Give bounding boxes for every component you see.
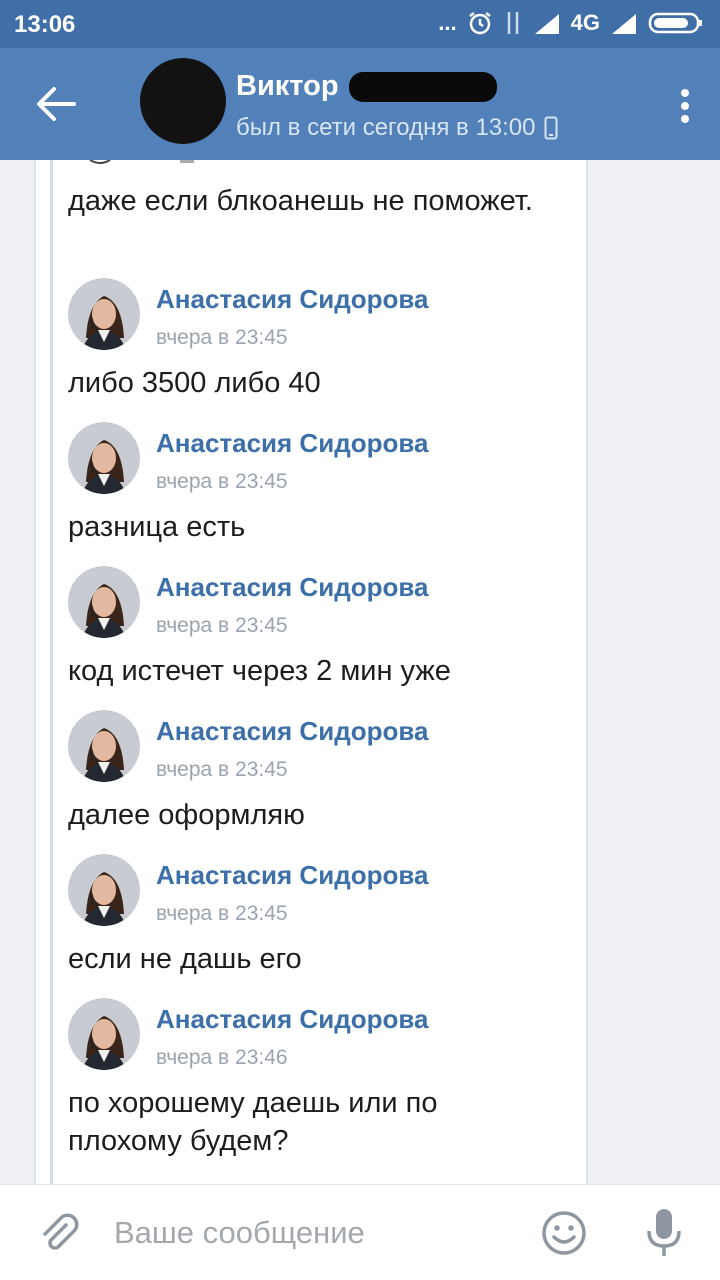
message-header: Анастасия Сидорова вчера в 23:45 xyxy=(68,566,568,640)
message-composer xyxy=(0,1184,720,1280)
forward-line xyxy=(50,160,53,1184)
sender-name[interactable]: Анастасия Сидорова xyxy=(156,572,428,603)
contact-status: был в сети сегодня в 13:00 xyxy=(236,114,558,142)
chat-toolbar: Виктор был в сети сегодня в 13:00 xyxy=(0,48,720,160)
signal-icon-2 xyxy=(612,14,636,34)
message-header: Анастасия Сидорова вчера в 23:45 xyxy=(68,278,568,352)
contact-avatar-redacted[interactable] xyxy=(140,58,226,144)
sender-name[interactable]: Анастасия Сидорова xyxy=(156,284,428,315)
message-time: вчера в 23:45 xyxy=(156,326,288,349)
sender-avatar[interactable] xyxy=(68,566,140,638)
more-menu-icon[interactable] xyxy=(680,88,690,124)
contact-name: Виктор xyxy=(236,70,339,102)
alarm-icon xyxy=(468,12,491,35)
sender-name[interactable]: Анастасия Сидорова xyxy=(156,716,428,747)
emoji-icon[interactable] xyxy=(540,1209,588,1257)
message-text[interactable]: код истечет через 2 мин уже xyxy=(68,652,558,690)
message-text[interactable]: разница есть xyxy=(68,508,558,546)
sender-name[interactable]: Анастасия Сидорова xyxy=(156,1004,428,1035)
forwarded-messages: даже если блкоанешь не поможет. Анастасия… xyxy=(34,160,588,1184)
message-text[interactable]: даже если блкоанешь не поможет. xyxy=(68,182,558,220)
status-bar: 13:06 ... 4G xyxy=(0,0,720,48)
data-transfer-icon xyxy=(507,12,518,34)
name-redaction xyxy=(348,71,497,102)
message-time: вчера в 23:45 xyxy=(156,470,288,493)
contact-name-row[interactable]: Виктор xyxy=(236,70,497,103)
attach-paperclip-icon[interactable] xyxy=(36,1211,80,1255)
back-arrow-icon[interactable] xyxy=(34,84,78,124)
sender-avatar[interactable] xyxy=(68,422,140,494)
message-header: Анастасия Сидорова вчера в 23:45 xyxy=(68,710,568,784)
message-input[interactable] xyxy=(114,1211,504,1255)
message-text[interactable]: либо 3500 либо 40 xyxy=(68,364,558,402)
battery-icon xyxy=(648,12,702,34)
microphone-icon[interactable] xyxy=(646,1207,682,1259)
status-time: 13:06 xyxy=(14,11,76,38)
notification-dots: ... xyxy=(438,10,457,35)
message-header: Анастасия Сидорова вчера в 23:46 xyxy=(68,998,568,1072)
signal-icon xyxy=(534,14,559,34)
sender-avatar[interactable] xyxy=(68,278,140,350)
message-header: Анастасия Сидорова вчера в 23:45 xyxy=(68,854,568,928)
message-header: Анастасия Сидорова вчера в 23:45 xyxy=(68,422,568,496)
sender-avatar[interactable] xyxy=(68,998,140,1070)
mobile-phone-icon xyxy=(544,116,557,140)
sender-avatar[interactable] xyxy=(68,854,140,926)
message-text[interactable]: если не дашь его xyxy=(68,940,558,978)
sender-name[interactable]: Анастасия Сидорова xyxy=(156,428,428,459)
message-time: вчера в 23:46 xyxy=(156,1046,288,1069)
message-time: вчера в 23:45 xyxy=(156,758,288,781)
network-type: 4G xyxy=(570,10,600,35)
message-time: вчера в 23:45 xyxy=(156,902,288,925)
message-time: вчера в 23:45 xyxy=(156,614,288,637)
cut-off-previous-header xyxy=(90,160,194,164)
sender-name[interactable]: Анастасия Сидорова xyxy=(156,860,428,891)
message-text[interactable]: далее оформляю xyxy=(68,796,558,834)
last-seen-text: был в сети сегодня в 13:00 xyxy=(236,114,536,141)
status-icons: ... 4G xyxy=(438,10,704,36)
message-text[interactable]: по хорошему даешь или по плохому будем? xyxy=(68,1084,558,1160)
sender-avatar[interactable] xyxy=(68,710,140,782)
